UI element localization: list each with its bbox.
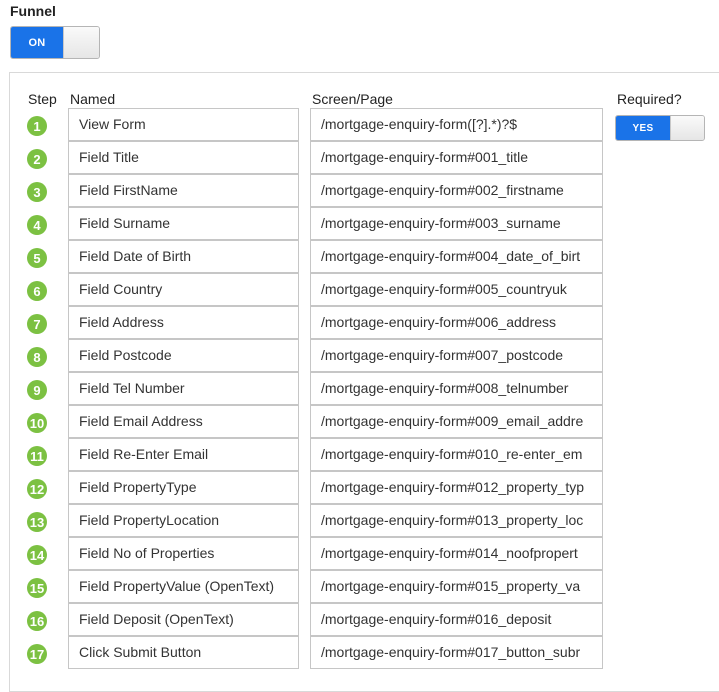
step-number-badge: 8 [27, 347, 47, 367]
step-screen-page-input[interactable]: /mortgage-enquiry-form#008_telnumber [310, 372, 603, 405]
step-screen-page-input[interactable]: /mortgage-enquiry-form#002_firstname [310, 174, 603, 207]
column-header-screen-page: Screen/Page [312, 91, 393, 107]
funnel-toggle-on-label: ON [11, 27, 63, 58]
funnel-step-row: 11 Field Re-Enter Email/mortgage-enquiry-… [0, 438, 719, 471]
step-screen-page-input[interactable]: /mortgage-enquiry-form#005_countryuk [310, 273, 603, 306]
funnel-step-row: 15 Field PropertyValue (OpenText) /mortgag… [0, 570, 719, 603]
funnel-toggle-knob [63, 27, 99, 58]
funnel-label: Funnel [10, 3, 56, 19]
step-screen-page-input[interactable]: /mortgage-enquiry-form#016_deposit [310, 603, 603, 636]
step-screen-page-input[interactable]: /mortgage-enquiry-form#014_noofpropert [310, 537, 603, 570]
step-screen-page-input[interactable]: /mortgage-enquiry-form#012_property_typ [310, 471, 603, 504]
step-name-input[interactable]: Field Re-Enter Email [68, 438, 299, 471]
step-number-badge: 2 [27, 149, 47, 169]
step-name-input[interactable]: Field FirstName [68, 174, 299, 207]
step-number-badge: 7 [27, 314, 47, 334]
step-screen-page-input[interactable]: /mortgage-enquiry-form#007_postcode [310, 339, 603, 372]
step-screen-page-input[interactable]: /mortgage-enquiry-form#004_date_of_birt [310, 240, 603, 273]
step-number-badge: 13 [27, 512, 47, 532]
step-name-input[interactable]: Field Surname [68, 207, 299, 240]
step-number-badge: 3 [27, 182, 47, 202]
step-number-badge: 5 [27, 248, 47, 268]
funnel-step-row: 10 Field Email Address/mortgage-enquiry-f… [0, 405, 719, 438]
funnel-step-row: 9 Field Tel Number/mortgage-enquiry-form#… [0, 372, 719, 405]
step-name-input[interactable]: View Form [68, 108, 299, 141]
step-name-input[interactable]: Field Title [68, 141, 299, 174]
column-header-step: Step [28, 91, 57, 107]
step-number-badge: 16 [27, 611, 47, 631]
step-number-badge: 4 [27, 215, 47, 235]
step-number-badge: 9 [27, 380, 47, 400]
step-name-input[interactable]: Field PropertyValue (OpenText) [68, 570, 299, 603]
step-name-input[interactable]: Field Date of Birth [68, 240, 299, 273]
funnel-step-row: 7 Field Address/mortgage-enquiry-form#006… [0, 306, 719, 339]
step-screen-page-input[interactable]: /mortgage-enquiry-form#009_email_addre [310, 405, 603, 438]
step-name-input[interactable]: Field Tel Number [68, 372, 299, 405]
step-name-input[interactable]: Field No of Properties [68, 537, 299, 570]
funnel-step-row: 3 Field FirstName/mortgage-enquiry-form#0… [0, 174, 719, 207]
step-number-badge: 14 [27, 545, 47, 565]
column-header-named: Named [70, 91, 116, 107]
funnel-step-row: 2 Field Title/mortgage-enquiry-form#001_t… [0, 141, 719, 174]
step-number-badge: 15 [27, 578, 47, 598]
funnel-step-row: 13 Field PropertyLocation/mortgage-enquir… [0, 504, 719, 537]
step-name-input[interactable]: Field Address [68, 306, 299, 339]
step-name-input[interactable]: Field Country [68, 273, 299, 306]
step-number-badge: 1 [27, 116, 47, 136]
step-name-input[interactable]: Field Deposit (OpenText) [68, 603, 299, 636]
step-number-badge: 17 [27, 644, 47, 664]
step-name-input[interactable]: Click Submit Button [68, 636, 299, 669]
step-screen-page-input[interactable]: /mortgage-enquiry-form#010_re-enter_em [310, 438, 603, 471]
funnel-step-row: 1 View Form/mortgage-enquiry-form([?].*)?… [0, 108, 719, 141]
step-screen-page-input[interactable]: /mortgage-enquiry-form#017_button_subr [310, 636, 603, 669]
step-number-badge: 11 [27, 446, 47, 466]
step-name-input[interactable]: Field PropertyType [68, 471, 299, 504]
step-number-badge: 6 [27, 281, 47, 301]
funnel-step-row: 16 Field Deposit (OpenText) /mortgage-enqu… [0, 603, 719, 636]
step-screen-page-input[interactable]: /mortgage-enquiry-form#003_surname [310, 207, 603, 240]
funnel-step-row: 12 Field PropertyType/mortgage-enquiry-fo… [0, 471, 719, 504]
step-number-badge: 10 [27, 413, 47, 433]
funnel-step-row: 5 Field Date of Birth/mortgage-enquiry-fo… [0, 240, 719, 273]
step-name-input[interactable]: Field Postcode [68, 339, 299, 372]
funnel-step-row: 17 Click Submit Button/mortgage-enquiry-f… [0, 636, 719, 669]
step-screen-page-input[interactable]: /mortgage-enquiry-form#006_address [310, 306, 603, 339]
step-name-input[interactable]: Field PropertyLocation [68, 504, 299, 537]
funnel-step-row: 14 Field No of Properties/mortgage-enquir… [0, 537, 719, 570]
step-screen-page-input[interactable]: /mortgage-enquiry-form#015_property_va [310, 570, 603, 603]
step-screen-page-input[interactable]: /mortgage-enquiry-form([?].*)?$ [310, 108, 603, 141]
step-name-input[interactable]: Field Email Address [68, 405, 299, 438]
step-screen-page-input[interactable]: /mortgage-enquiry-form#001_title [310, 141, 603, 174]
step-number-badge: 12 [27, 479, 47, 499]
funnel-step-row: 4 Field Surname/mortgage-enquiry-form#003… [0, 207, 719, 240]
step-screen-page-input[interactable]: /mortgage-enquiry-form#013_property_loc [310, 504, 603, 537]
column-header-required: Required? [617, 91, 682, 107]
funnel-step-row: 6 Field Country/mortgage-enquiry-form#005… [0, 273, 719, 306]
funnel-toggle[interactable]: ON [10, 26, 100, 59]
funnel-step-row: 8 Field Postcode/mortgage-enquiry-form#00… [0, 339, 719, 372]
